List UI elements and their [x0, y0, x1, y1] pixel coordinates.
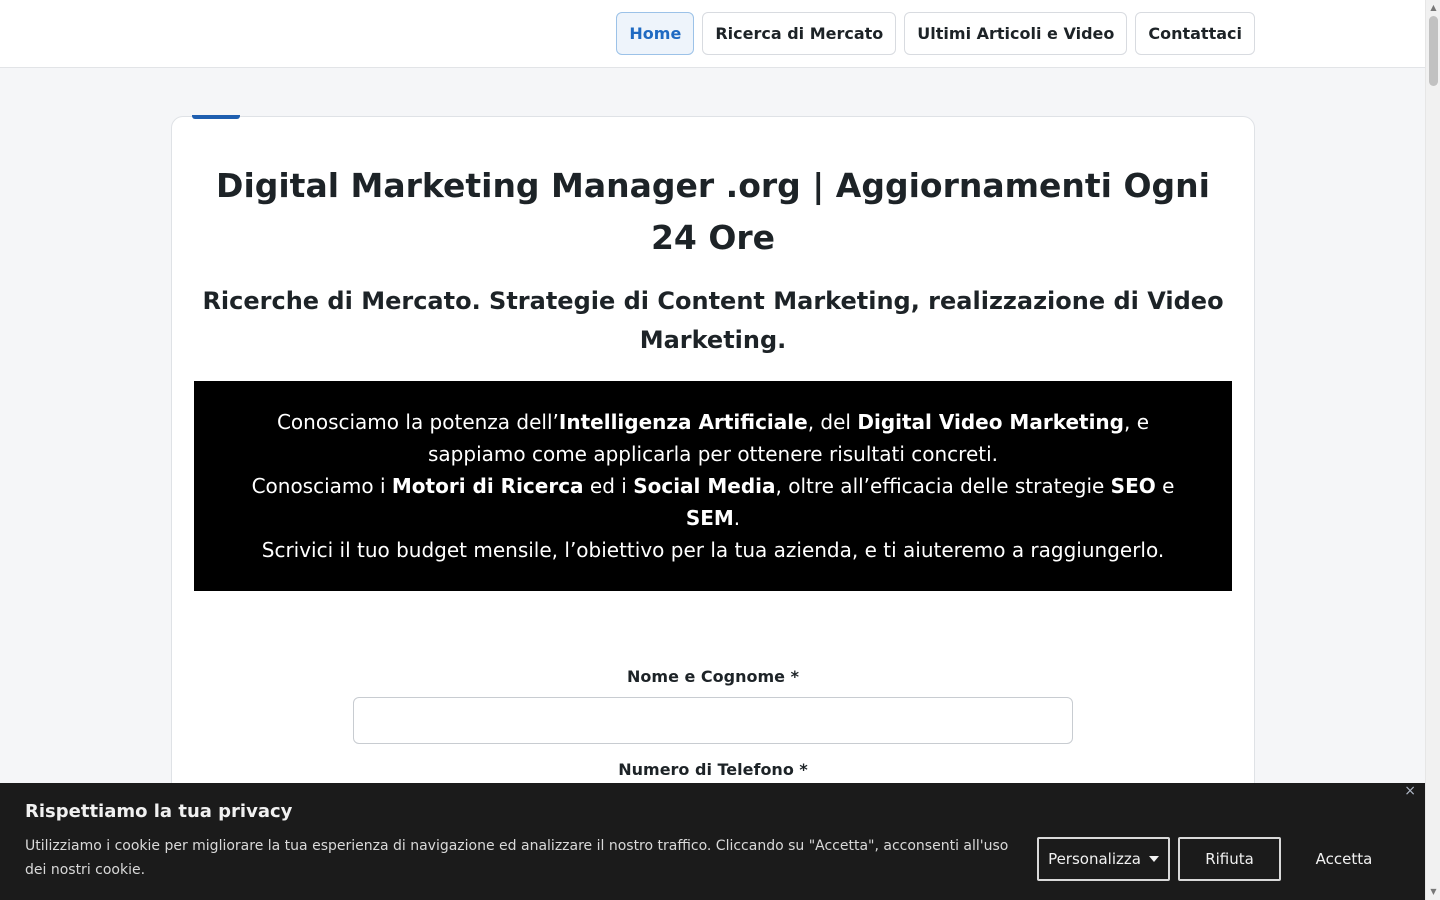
scroll-up-arrow-icon[interactable]: ▲ — [1426, 1, 1440, 15]
nav-item-ricerca-di-mercato[interactable]: Ricerca di Mercato — [702, 12, 897, 55]
caret-down-icon — [1148, 856, 1159, 862]
nav-item-contattaci[interactable]: Contattaci — [1135, 12, 1255, 55]
main-nav: Home Ricerca di Mercato Ultimi Articoli … — [616, 12, 1255, 55]
page-scrollbar[interactable]: ▲ ▼ — [1425, 0, 1440, 900]
page-title: Digital Marketing Manager .org | Aggiorn… — [216, 166, 1210, 257]
phone-field-label: Numero di Telefono * — [618, 760, 808, 779]
reject-button[interactable]: Rifiuta — [1178, 837, 1281, 881]
customize-button-label: Personalizza — [1048, 850, 1141, 868]
scrollbar-thumb[interactable] — [1429, 16, 1438, 86]
promo-paragraph-3: Scrivici il tuo budget mensile, l’obiett… — [261, 538, 1165, 562]
scroll-down-arrow-icon[interactable]: ▼ — [1426, 885, 1440, 899]
promo-paragraph-2: Conosciamo i Motori di Ricerca ed i Soci… — [251, 474, 1175, 530]
page-subtitle: Ricerche di Mercato. Strategie di Conten… — [202, 287, 1224, 354]
cookie-title: Rispettiamo la tua privacy — [25, 801, 293, 822]
nav-item-ultimi-articoli-e-video[interactable]: Ultimi Articoli e Video — [904, 12, 1128, 55]
promo-paragraph-1: Conosciamo la potenza dell’Intelligenza … — [276, 410, 1150, 466]
close-icon[interactable]: × — [1404, 783, 1416, 799]
nav-item-home[interactable]: Home — [616, 12, 695, 55]
customize-button[interactable]: Personalizza — [1037, 837, 1170, 881]
name-field-label: Nome e Cognome * — [627, 667, 799, 686]
cookie-text: Utilizziamo i cookie per migliorare la t… — [25, 838, 1009, 878]
card-accent-bar — [192, 115, 240, 119]
site-header: Home Ricerca di Mercato Ultimi Articoli … — [0, 0, 1425, 68]
name-field[interactable] — [353, 697, 1073, 744]
accept-button[interactable]: Accetta — [1290, 837, 1398, 881]
promo-box: Conosciamo la potenza dell’Intelligenza … — [194, 381, 1232, 591]
cookie-banner: × Rispettiamo la tua privacy Utilizziamo… — [0, 783, 1425, 900]
